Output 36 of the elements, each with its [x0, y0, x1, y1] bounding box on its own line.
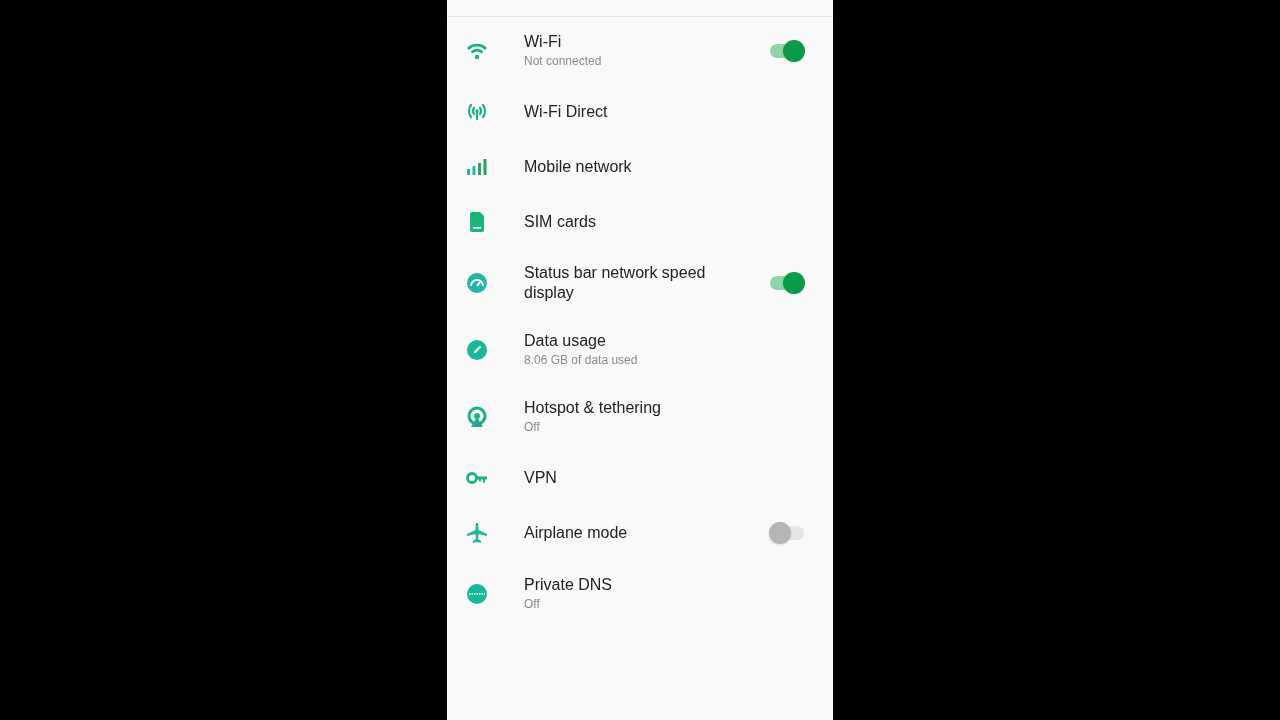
item-subtitle: 8.06 GB of data used [524, 352, 639, 368]
item-subtitle: Off [524, 596, 541, 612]
item-title: Wi-Fi Direct [524, 101, 609, 122]
settings-item[interactable]: Status bar network speed display [447, 249, 833, 316]
broadcast-icon [466, 101, 488, 122]
item-title: VPN [524, 467, 558, 488]
item-subtitle: Not connected [524, 53, 603, 69]
sim-card-icon [469, 211, 485, 232]
dial-icon [467, 339, 487, 360]
settings-item[interactable]: Data usage 8.06 GB of data used [447, 316, 833, 383]
item-title: SIM cards [524, 211, 597, 232]
toggle-switch[interactable] [769, 271, 805, 294]
settings-item[interactable]: Mobile network [447, 139, 833, 194]
settings-item[interactable]: Wi-Fi Direct [447, 84, 833, 139]
item-title: Wi-Fi [524, 32, 563, 52]
toggle-switch[interactable] [769, 521, 805, 544]
settings-item[interactable]: VPN [447, 450, 833, 505]
item-title: Hotspot & tethering [524, 398, 662, 418]
settings-item[interactable]: Private DNS Off [447, 560, 833, 627]
item-subtitle: Off [524, 419, 541, 435]
gauge-icon [467, 272, 487, 293]
item-title: Mobile network [524, 156, 633, 177]
key-icon [466, 470, 488, 485]
item-title: Private DNS [524, 575, 614, 595]
settings-item[interactable]: Hotspot & tethering Off [447, 383, 833, 450]
settings-item[interactable]: Airplane mode [447, 505, 833, 560]
airplane-icon [467, 522, 487, 543]
item-title: Data usage [524, 331, 607, 351]
toggle-switch[interactable] [769, 39, 805, 62]
signal-bars-icon [467, 158, 487, 175]
globe-icon [467, 583, 487, 604]
item-title: Airplane mode [524, 522, 629, 543]
settings-item[interactable]: Wi-Fi Not connected [447, 17, 833, 84]
hotspot-icon [467, 405, 487, 428]
settings-item[interactable]: SIM cards [447, 194, 833, 249]
item-title: Status bar network speed display [524, 262, 707, 303]
